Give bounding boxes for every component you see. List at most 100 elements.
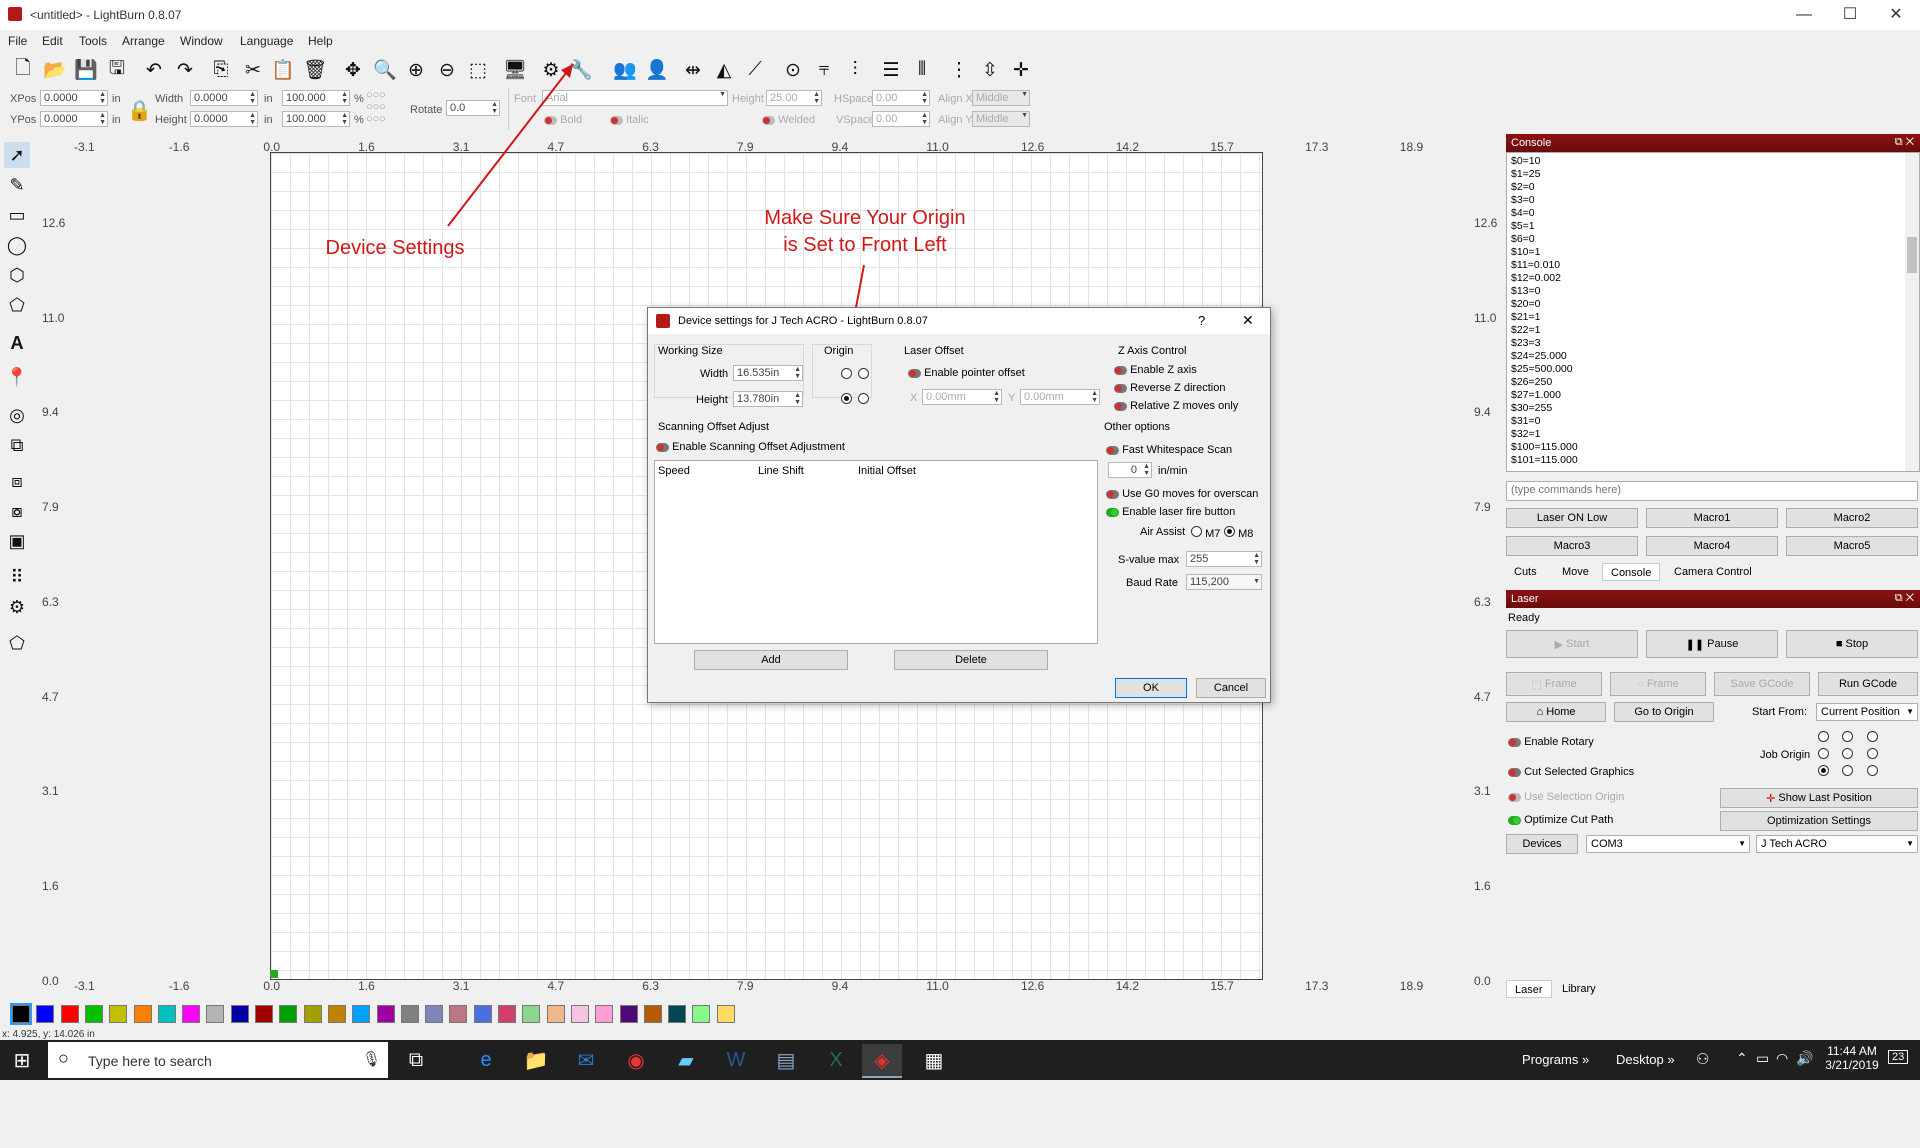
port-select[interactable]: COM3 ▼ (1586, 835, 1750, 853)
cut-selected-toggle[interactable]: Cut Selected Graphics (1508, 766, 1634, 778)
palette-swatch[interactable] (498, 1005, 516, 1023)
macro5-button[interactable]: Macro5 (1786, 536, 1918, 556)
stop-button[interactable]: ■ Stop (1786, 630, 1918, 658)
console-output[interactable]: $0=10 $1=25 $2=0 $3=0 $4=0 $5=1 $6=0 $10=1 $11=0… (1506, 152, 1920, 472)
volume-icon[interactable]: 🔊 (1796, 1050, 1813, 1067)
go-to-origin-button[interactable]: Go to Origin (1614, 702, 1714, 722)
optimization-settings-button[interactable]: Optimization Settings (1720, 811, 1918, 831)
origin-rear-left-radio[interactable] (841, 368, 852, 382)
palette-swatch[interactable] (595, 1005, 614, 1023)
tab-camera-control[interactable]: Camera Control (1666, 563, 1760, 581)
console-command-input[interactable]: (type commands here) (1506, 481, 1918, 501)
macro2-button[interactable]: Macro2 (1786, 508, 1918, 528)
palette-swatch[interactable] (668, 1005, 687, 1023)
palette-swatch[interactable] (36, 1005, 55, 1023)
notification-center-badge[interactable]: 23 (1888, 1050, 1909, 1064)
palette-swatch[interactable] (182, 1005, 201, 1023)
palette-swatch[interactable] (84, 1005, 103, 1023)
word-icon[interactable]: W (716, 1044, 756, 1076)
chrome-icon[interactable]: ◉ (616, 1044, 656, 1076)
svalue-max-input[interactable]: 255 ▲ ▼ (1186, 551, 1262, 567)
palette-swatch[interactable] (400, 1005, 419, 1023)
palette-swatch[interactable] (133, 1005, 152, 1023)
palette-swatch[interactable] (255, 1005, 273, 1023)
edge-browser-icon[interactable]: e (466, 1044, 506, 1076)
device-select[interactable]: J Tech ACRO ▼ (1756, 835, 1918, 853)
sticky-app-icon[interactable]: ▰ (666, 1044, 706, 1076)
excel-icon[interactable]: X (816, 1044, 856, 1076)
palette-swatch[interactable] (303, 1005, 322, 1023)
taskbar-clock[interactable]: 11:44 AM 3/21/2019 (1822, 1044, 1882, 1072)
file-explorer-icon[interactable]: 📁 (516, 1044, 556, 1076)
palette-swatch[interactable] (230, 1005, 249, 1023)
frame-rect-button[interactable]: ⬚ Frame (1506, 672, 1602, 696)
wifi-icon[interactable]: ◠ (1776, 1050, 1788, 1067)
palette-swatch[interactable] (643, 1005, 662, 1023)
enable-scanning-offset-toggle[interactable]: Enable Scanning Offset Adjustment (656, 441, 845, 453)
relative-z-toggle[interactable]: Relative Z moves only (1114, 400, 1238, 412)
programs-toolbar[interactable]: Programs » (1522, 1052, 1589, 1067)
laser-close-icon[interactable]: ⧉ ✕ (1895, 592, 1914, 605)
enable-fire-toggle[interactable]: Enable laser fire button (1106, 506, 1235, 518)
offset-y-input[interactable]: 0.00mm ▲ ▼ (1020, 389, 1100, 405)
paint-icon[interactable]: ▤ (766, 1044, 806, 1076)
origin-rear-right-radio[interactable] (858, 368, 869, 382)
calculator-icon[interactable]: ▦ (914, 1044, 954, 1076)
macro3-button[interactable]: Macro3 (1506, 536, 1638, 556)
air-assist-m8-radio[interactable]: M8 (1224, 526, 1253, 540)
origin-front-right-radio[interactable] (858, 393, 869, 407)
palette-swatch[interactable] (692, 1005, 711, 1023)
macro4-button[interactable]: Macro4 (1646, 536, 1778, 556)
start-from-select[interactable]: Current Position ▼ (1816, 703, 1918, 721)
fast-whitespace-toggle[interactable]: Fast Whitespace Scan (1106, 444, 1232, 456)
windows-start-icon[interactable]: ⊞ (2, 1044, 42, 1076)
show-last-position-button[interactable]: ✛ Show Last Position (1720, 788, 1918, 808)
palette-swatch[interactable] (279, 1005, 298, 1023)
palette-swatch[interactable] (376, 1005, 395, 1023)
palette-swatch[interactable] (10, 1003, 32, 1025)
palette-swatch[interactable] (109, 1005, 128, 1023)
reverse-z-toggle[interactable]: Reverse Z direction (1114, 382, 1225, 394)
palette-swatch[interactable] (570, 1005, 589, 1023)
overscan-input[interactable]: 0 ▲ ▼ (1108, 462, 1152, 478)
scanning-offset-table[interactable] (654, 460, 1098, 644)
console-scroll-thumb[interactable] (1907, 237, 1917, 273)
palette-swatch[interactable] (473, 1005, 492, 1023)
delete-row-button[interactable]: Delete (894, 650, 1048, 670)
cancel-button[interactable]: Cancel (1196, 678, 1266, 698)
job-origin-grid[interactable] (1818, 730, 1878, 781)
ok-button[interactable]: OK (1115, 678, 1187, 698)
offset-x-input[interactable]: 0.00mm ▲ ▼ (922, 389, 1002, 405)
show-hidden-icons[interactable]: ⌃ (1736, 1050, 1748, 1067)
palette-swatch[interactable] (716, 1005, 735, 1023)
air-assist-m7-radio[interactable]: M7 (1191, 526, 1220, 540)
devices-button[interactable]: Devices (1506, 834, 1578, 854)
palette-swatch[interactable] (327, 1005, 346, 1023)
tab-library[interactable]: Library (1554, 980, 1604, 998)
people-icon[interactable]: ⚇ (1696, 1050, 1709, 1068)
dialog-height-input[interactable]: 13.780in ▲ ▼ (733, 391, 803, 407)
taskbar-search-box[interactable]: ○ Type here to search 🎙 (48, 1042, 388, 1078)
console-scrollbar[interactable] (1905, 153, 1919, 471)
use-g0-toggle[interactable]: Use G0 moves for overscan (1106, 488, 1258, 500)
microphone-icon[interactable]: 🎙 (362, 1050, 381, 1068)
palette-swatch[interactable] (449, 1005, 468, 1023)
task-view-icon[interactable]: ⧉ (396, 1044, 436, 1076)
frame-rubber-button[interactable]: ◌ Frame (1610, 672, 1706, 696)
lightburn-taskbar-icon[interactable]: ◈ (862, 1044, 902, 1078)
enable-pointer-offset-toggle[interactable]: Enable pointer offset (908, 367, 1025, 379)
tab-move[interactable]: Move (1554, 563, 1597, 581)
use-selection-origin-toggle[interactable]: Use Selection Origin (1508, 791, 1624, 803)
start-button[interactable]: ▶ Start (1506, 630, 1638, 658)
enable-z-toggle[interactable]: Enable Z axis (1114, 364, 1197, 376)
desktop-toolbar[interactable]: Desktop » (1616, 1052, 1675, 1067)
palette-swatch[interactable] (206, 1005, 225, 1023)
palette-swatch[interactable] (425, 1005, 444, 1023)
dialog-close-button[interactable]: ✕ (1242, 312, 1254, 329)
palette-swatch[interactable] (619, 1005, 638, 1023)
baud-rate-select[interactable]: 115,200 ▼ (1186, 574, 1262, 590)
home-button[interactable]: ⌂ Home (1506, 702, 1606, 722)
palette-swatch[interactable] (546, 1005, 565, 1023)
outlook-icon[interactable]: ✉ (566, 1044, 606, 1076)
palette-swatch[interactable] (522, 1005, 541, 1023)
